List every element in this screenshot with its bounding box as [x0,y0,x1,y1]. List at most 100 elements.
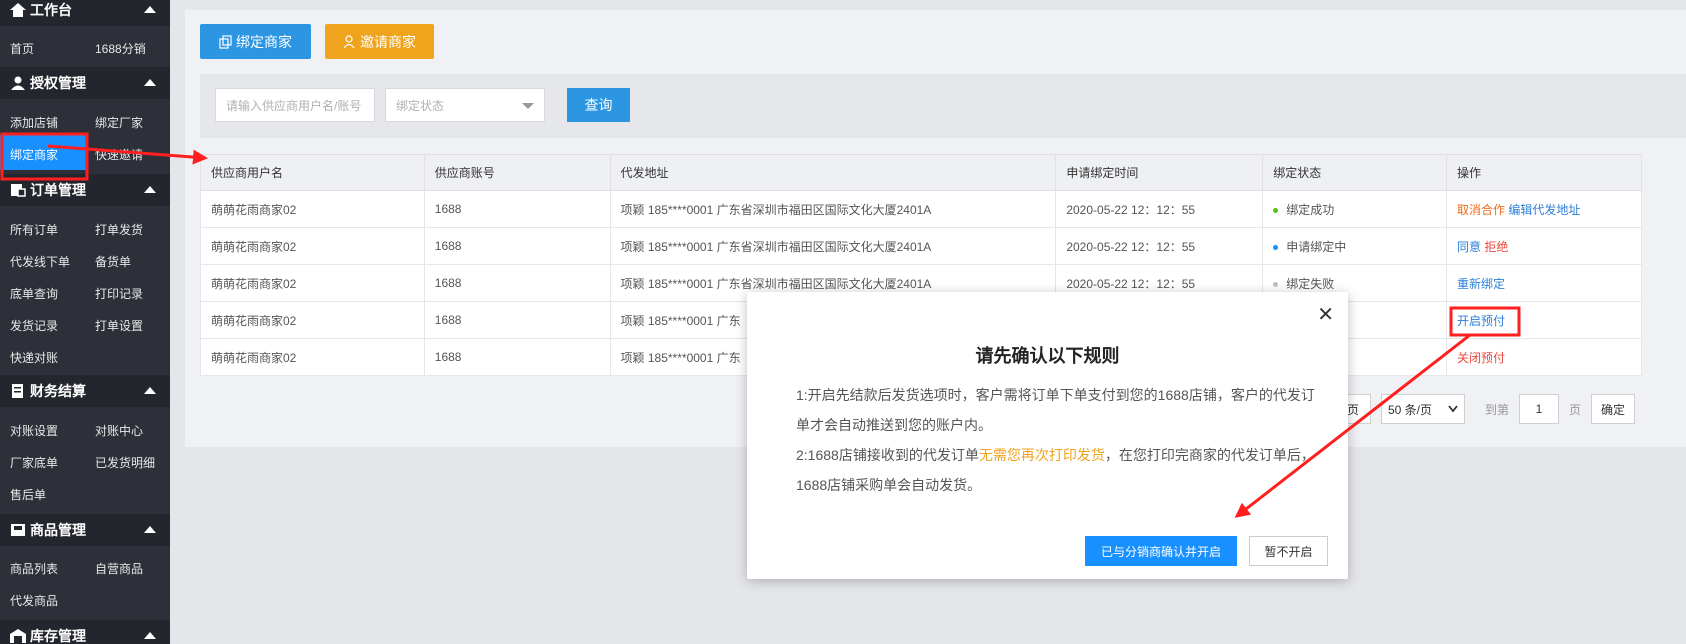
sidebar-item-print-settings[interactable]: 打单设置 [95,317,143,334]
bind-status-placeholder: 绑定状态 [396,98,445,113]
sidebar-item-all-orders[interactable]: 所有订单 [10,221,58,238]
sidebar-item-print-ship[interactable]: 打单发货 [95,221,143,238]
supplier-name-cell: 萌萌花雨商家02 [200,190,425,228]
supplier-name-cell: 萌萌花雨商家02 [200,227,425,265]
product-icon [11,524,25,536]
disable-prepay-link[interactable]: 关闭预付 [1457,351,1505,365]
sidebar-item-bind-factory[interactable]: 绑定厂家 [95,114,143,131]
supplier-account-cell: 1688 [423,338,611,376]
sidebar-item-bill-query[interactable]: 底单查询 [10,285,58,302]
sidebar-item-quick-invite[interactable]: 快速邀请 [95,146,143,163]
sidebar-item-product-list[interactable]: 商品列表 [10,560,58,577]
sidebar-item-offline-order[interactable]: 代发线下单 [10,253,70,270]
action-cell: 开启预付 [1446,301,1642,339]
section-workbench[interactable]: 工作台 [0,0,170,26]
sidebar-item-home[interactable]: 首页 [10,40,34,57]
status-dot [1273,281,1279,287]
chevron-up-icon [144,79,156,86]
supplier-account-cell: 1688 [423,264,611,302]
section-title: 商品管理 [30,522,86,538]
action-cell: 取消合作 编辑代发地址 [1446,190,1642,228]
close-icon[interactable]: ✕ [1317,302,1334,327]
supplier-account-cell: 1688 [423,227,611,265]
chevron-up-icon [144,6,156,13]
pagination: 页 50 条/页 到第 1 页 确定 [1335,394,1636,424]
col-header: 供应商用户名 [200,154,425,191]
sidebar-item-reconcile-center[interactable]: 对账中心 [95,422,143,439]
goto-confirm-button[interactable]: 确定 [1591,394,1636,424]
chevron-down-icon [1448,405,1458,413]
modal-body: 1:开启先结款后发货选项时，客户需将订单下单支付到您的1688店铺，客户的代发订… [796,380,1316,500]
sidebar-item-own-product[interactable]: 自营商品 [95,560,143,577]
query-button[interactable]: 查询 [567,88,630,122]
section-inventory[interactable]: 库存管理 [0,620,170,644]
page-size-value: 50 条/页 [1388,402,1433,417]
bind-status-select[interactable]: 绑定状态 [385,88,545,122]
sidebar-item-express-reconcile[interactable]: 快递对账 [10,349,58,366]
section-title: 库存管理 [30,628,86,644]
supplier-account-cell: 1688 [423,301,611,339]
user-icon [11,76,25,90]
sidebar-item-reconcile-settings[interactable]: 对账设置 [10,422,58,439]
sidebar-item-print-log[interactable]: 打印记录 [95,285,143,302]
supplier-search-input[interactable]: 请输入供应商用户名/账号 [215,88,375,122]
supplier-name-cell: 萌萌花雨商家02 [200,338,425,376]
table-header-row: 供应商用户名 供应商账号 代发地址 申请绑定时间 绑定状态 操作 [200,154,1642,191]
section-title: 工作台 [30,2,72,18]
supplier-name-cell: 萌萌花雨商家02 [200,301,425,339]
sidebar-item-1688[interactable]: 1688分销 [95,40,146,57]
table-row: 萌萌花雨商家02 1688 项颖 185****0001 广东省深圳市福田区国际… [200,227,1642,265]
section-auth[interactable]: 授权管理 [0,67,170,99]
section-title: 订单管理 [30,182,86,198]
chevron-down-icon [522,103,534,109]
supplier-account-cell: 1688 [423,190,611,228]
sidebar-item-dropship-product[interactable]: 代发商品 [10,592,58,609]
agree-link[interactable]: 同意 [1457,240,1481,254]
supplier-name-cell: 萌萌花雨商家02 [200,264,425,302]
cancel-cooperation-link[interactable]: 取消合作 [1457,203,1505,217]
sidebar-item-factory-bill[interactable]: 厂家底单 [10,454,58,471]
sidebar-item-shipped-detail[interactable]: 已发货明细 [95,454,155,471]
address-cell: 项颖 185****0001 广东省深圳市福田区国际文化大厦2401A [609,190,1057,228]
invite-merchant-button[interactable]: 邀请商家 [325,24,434,59]
goto-prefix: 到第 [1485,402,1510,417]
sidebar: 工作台 首页 1688分销 授权管理 添加店铺 绑定厂家 绑定商家 快速邀请 订… [0,0,170,644]
sidebar-item-ship-log[interactable]: 发货记录 [10,317,58,334]
section-order[interactable]: 订单管理 [0,174,170,206]
copy-icon [219,34,232,49]
sidebar-item-add-store[interactable]: 添加店铺 [10,114,58,131]
chevron-up-icon [144,526,156,533]
sidebar-item-stock-list[interactable]: 备货单 [95,253,131,270]
col-header: 代发地址 [609,154,1057,191]
sidebar-item-bind-merchant[interactable]: 绑定商家 [0,135,86,170]
reject-link[interactable]: 拒绝 [1484,240,1508,254]
section-title: 财务结算 [30,383,86,399]
status-dot [1273,244,1279,250]
status-text: 绑定成功 [1286,202,1335,217]
col-header: 供应商账号 [423,154,611,191]
rule-line-2-highlight: 无需您再次打印发货 [978,447,1105,463]
rebind-link[interactable]: 重新绑定 [1457,277,1505,291]
action-cell: 重新绑定 [1446,264,1642,302]
col-header: 申请绑定时间 [1055,154,1264,191]
home-icon [10,3,26,17]
status-cell: 申请绑定中 [1262,227,1448,265]
page-size-select[interactable]: 50 条/页 [1381,394,1465,424]
page-number-input[interactable]: 1 [1519,394,1560,424]
edit-address-link[interactable]: 编辑代发地址 [1508,203,1580,217]
section-product[interactable]: 商品管理 [0,514,170,546]
sidebar-item-after-sale[interactable]: 售后单 [10,486,46,503]
bind-merchant-button[interactable]: 绑定商家 [200,24,311,59]
section-finance[interactable]: 财务结算 [0,375,170,407]
time-cell: 2020-05-22 12：12：55 [1055,190,1264,228]
section-title: 授权管理 [30,75,86,91]
not-now-button[interactable]: 暂不开启 [1249,536,1328,566]
action-cell: 关闭预付 [1446,338,1642,376]
confirm-enable-button[interactable]: 已与分销商确认并开启 [1085,536,1237,566]
rule-line-2-pre: 2:1688店铺接收到的代发订单 [796,447,979,463]
enable-prepay-link[interactable]: 开启预付 [1457,314,1505,328]
status-text: 绑定失败 [1286,276,1335,291]
confirm-rules-modal: ✕ 请先确认以下规则 1:开启先结款后发货选项时，客户需将订单下单支付到您的16… [747,292,1348,579]
warehouse-icon [10,629,26,643]
invite-merchant-label: 邀请商家 [360,33,416,50]
